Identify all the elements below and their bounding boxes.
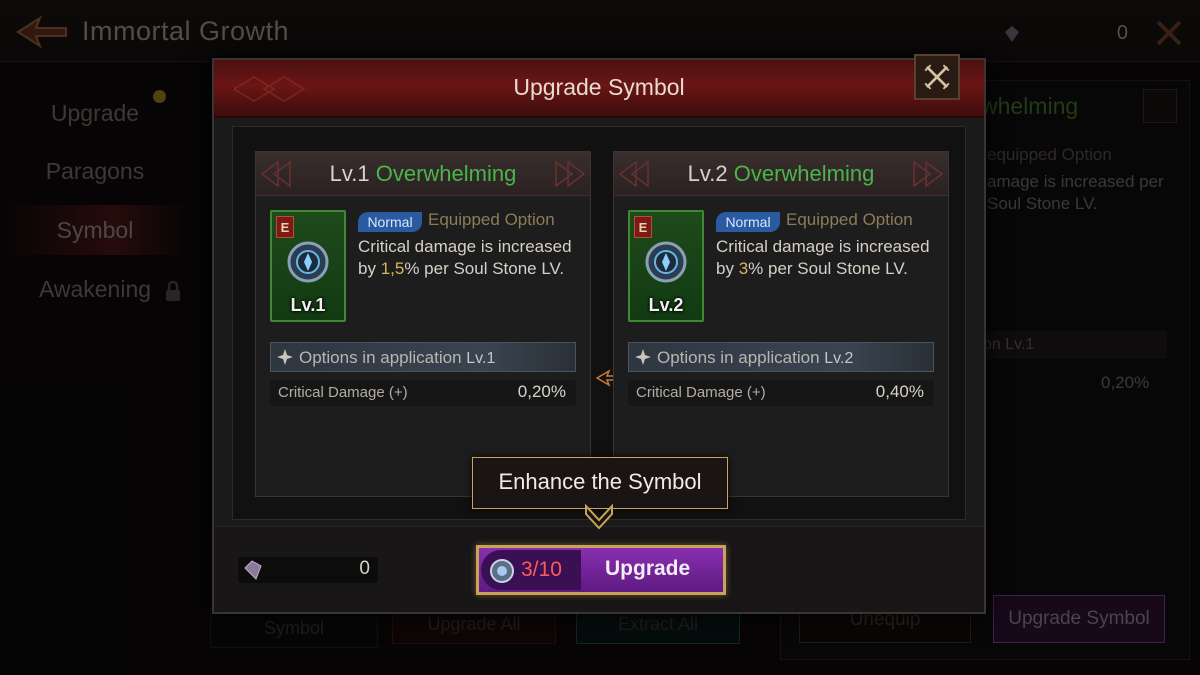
stat-value: 0,40%: [875, 382, 924, 401]
equipped-option-label: Equipped Option: [428, 210, 555, 229]
options-label: Options in application Lv.2: [657, 348, 853, 368]
option-description: Critical damage is increased by 1,5% per…: [358, 236, 584, 280]
grade-normal-badge: Normal: [716, 212, 780, 232]
desc-text: % per Soul Stone LV.: [404, 259, 565, 278]
symbol-emblem-icon: [645, 241, 687, 283]
symbol-emblem-icon: [287, 241, 329, 283]
options-in-application-bar: Options in application Lv.1: [270, 342, 576, 372]
current-level-card: Lv.1 Overwhelming E Lv.1 Normal Equipped…: [255, 151, 591, 497]
material-count: 0: [238, 557, 378, 583]
grade-badge: E: [634, 216, 652, 238]
grade-normal-badge: Normal: [358, 212, 422, 232]
icon-level: Lv.2: [648, 295, 684, 315]
material-value: 0: [359, 558, 370, 579]
equipped-option-label: Equipped Option: [786, 210, 913, 229]
options-level: Lv.1: [466, 350, 496, 367]
stat-row: Critical Damage (+) 0,40%: [628, 380, 934, 406]
grade-badge: E: [276, 216, 294, 238]
desc-value: 1,5: [380, 259, 405, 278]
card-symbol-name: Overwhelming: [733, 161, 875, 186]
desc-text: % per Soul Stone LV.: [748, 259, 908, 278]
options-label-text: Options in application: [299, 348, 462, 367]
gem-icon: [244, 560, 262, 580]
desc-value: 3: [738, 259, 749, 278]
option-description: Critical damage is increased by 3% per S…: [716, 236, 942, 280]
icon-level: Lv.1: [290, 295, 326, 315]
card-header: Lv.1 Overwhelming: [256, 152, 590, 196]
compass-icon: [277, 349, 293, 365]
upgrade-cost-count: 3/10: [521, 558, 562, 581]
upgrade-button[interactable]: 3/10 Upgrade: [476, 545, 726, 595]
close-icon[interactable]: [914, 54, 960, 100]
stat-value: 0,20%: [517, 382, 566, 401]
upgrade-label: Upgrade: [605, 557, 691, 580]
card-header: Lv.2 Overwhelming: [614, 152, 948, 196]
card-symbol-name: Overwhelming: [375, 161, 517, 186]
options-in-application-bar: Options in application Lv.2: [628, 342, 934, 372]
card-level: Lv.2: [687, 161, 728, 186]
options-level: Lv.2: [824, 350, 854, 367]
options-label: Options in application Lv.1: [299, 348, 495, 368]
card-level: Lv.1: [329, 161, 370, 186]
upgrade-cost: 3/10: [481, 550, 581, 590]
modal-title: Upgrade Symbol: [513, 74, 685, 100]
tooltip-text: Enhance the Symbol: [498, 469, 702, 494]
options-label-text: Options in application: [657, 348, 820, 367]
game-screen: Immortal Growth 0 Upgrade Paragons Symbo…: [0, 0, 1200, 675]
stat-row: Critical Damage (+) 0,20%: [270, 380, 576, 406]
modal-footer: 0 3/10 Upgrade: [214, 526, 984, 612]
symbol-card-icon: E Lv.2: [628, 210, 704, 322]
compass-icon: [635, 349, 651, 365]
next-level-card: Lv.2 Overwhelming E Lv.2 Normal Equipped…: [613, 151, 949, 497]
modal-header: Upgrade Symbol: [214, 54, 984, 118]
symbol-card-icon: E Lv.1: [270, 210, 346, 322]
card-title: Lv.1 Overwhelming: [256, 161, 590, 187]
card-title: Lv.2 Overwhelming: [614, 161, 948, 187]
chevron-down-icon: [585, 503, 613, 530]
stat-name: Critical Damage (+): [278, 384, 408, 401]
stat-name: Critical Damage (+): [636, 384, 766, 401]
coin-icon: [490, 559, 514, 583]
